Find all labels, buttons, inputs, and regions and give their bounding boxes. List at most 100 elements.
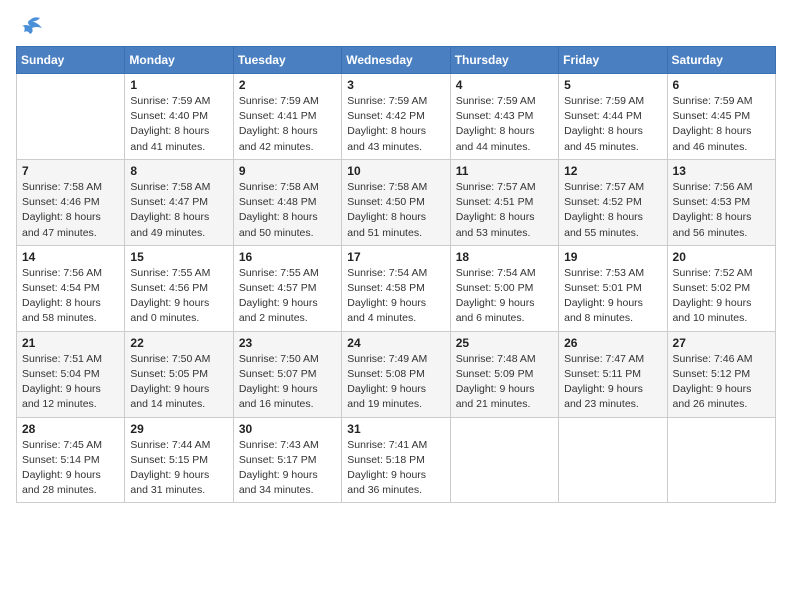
column-header-friday: Friday (559, 47, 667, 74)
calendar-cell: 7 Sunrise: 7:58 AMSunset: 4:46 PMDaylight… (17, 159, 125, 245)
day-info: Sunrise: 7:58 AMSunset: 4:47 PMDaylight:… (130, 180, 227, 241)
calendar-week-1: 1Sunrise: 7:59 AMSunset: 4:40 PMDaylight… (17, 74, 776, 160)
day-info: Sunrise: 7:56 AMSunset: 4:54 PMDaylight:… (22, 266, 119, 327)
day-number: 11 (456, 164, 553, 178)
calendar-cell: 16 Sunrise: 7:55 AMSunset: 4:57 PMDayligh… (233, 245, 341, 331)
day-info: Sunrise: 7:53 AMSunset: 5:01 PMDaylight:… (564, 266, 661, 327)
day-number: 18 (456, 250, 553, 264)
logo (16, 16, 48, 38)
calendar-cell: 11 Sunrise: 7:57 AMSunset: 4:51 PMDayligh… (450, 159, 558, 245)
day-number: 14 (22, 250, 119, 264)
day-info: Sunrise: 7:54 AMSunset: 5:00 PMDaylight:… (456, 266, 553, 327)
day-number: 17 (347, 250, 444, 264)
calendar-cell: 13Sunrise: 7:56 AMSunset: 4:53 PMDayligh… (667, 159, 775, 245)
day-info: Sunrise: 7:48 AMSunset: 5:09 PMDaylight:… (456, 352, 553, 413)
day-number: 23 (239, 336, 336, 350)
day-info: Sunrise: 7:46 AMSunset: 5:12 PMDaylight:… (673, 352, 770, 413)
day-info: Sunrise: 7:58 AMSunset: 4:50 PMDaylight:… (347, 180, 444, 241)
calendar-week-3: 14 Sunrise: 7:56 AMSunset: 4:54 PMDayligh… (17, 245, 776, 331)
calendar-cell: 1Sunrise: 7:59 AMSunset: 4:40 PMDaylight… (125, 74, 233, 160)
calendar-cell: 28 Sunrise: 7:45 AMSunset: 5:14 PMDayligh… (17, 417, 125, 503)
calendar-cell: 2Sunrise: 7:59 AMSunset: 4:41 PMDaylight… (233, 74, 341, 160)
day-number: 28 (22, 422, 119, 436)
calendar-cell: 26 Sunrise: 7:47 AMSunset: 5:11 PMDayligh… (559, 331, 667, 417)
calendar-cell: 22Sunrise: 7:50 AMSunset: 5:05 PMDayligh… (125, 331, 233, 417)
day-number: 13 (673, 164, 770, 178)
calendar-cell (559, 417, 667, 503)
day-info: Sunrise: 7:55 AMSunset: 4:57 PMDaylight:… (239, 266, 336, 327)
calendar-cell: 23 Sunrise: 7:50 AMSunset: 5:07 PMDayligh… (233, 331, 341, 417)
calendar-header-row: SundayMondayTuesdayWednesdayThursdayFrid… (17, 47, 776, 74)
day-info: Sunrise: 7:55 AMSunset: 4:56 PMDaylight:… (130, 266, 227, 327)
day-info: Sunrise: 7:59 AMSunset: 4:40 PMDaylight:… (130, 94, 227, 155)
calendar-cell: 17Sunrise: 7:54 AMSunset: 4:58 PMDayligh… (342, 245, 450, 331)
day-info: Sunrise: 7:47 AMSunset: 5:11 PMDaylight:… (564, 352, 661, 413)
calendar-cell: 5 Sunrise: 7:59 AMSunset: 4:44 PMDaylight… (559, 74, 667, 160)
calendar-cell: 30 Sunrise: 7:43 AMSunset: 5:17 PMDayligh… (233, 417, 341, 503)
calendar-cell: 29Sunrise: 7:44 AMSunset: 5:15 PMDayligh… (125, 417, 233, 503)
calendar-cell: 9 Sunrise: 7:58 AMSunset: 4:48 PMDaylight… (233, 159, 341, 245)
calendar-cell: 31 Sunrise: 7:41 AMSunset: 5:18 PMDayligh… (342, 417, 450, 503)
day-number: 7 (22, 164, 119, 178)
column-header-sunday: Sunday (17, 47, 125, 74)
day-number: 31 (347, 422, 444, 436)
column-header-monday: Monday (125, 47, 233, 74)
day-number: 3 (347, 78, 444, 92)
day-info: Sunrise: 7:51 AMSunset: 5:04 PMDaylight:… (22, 352, 119, 413)
page-header (16, 16, 776, 38)
day-info: Sunrise: 7:57 AMSunset: 4:51 PMDaylight:… (456, 180, 553, 241)
calendar-week-4: 21 Sunrise: 7:51 AMSunset: 5:04 PMDayligh… (17, 331, 776, 417)
day-info: Sunrise: 7:50 AMSunset: 5:07 PMDaylight:… (239, 352, 336, 413)
day-info: Sunrise: 7:59 AMSunset: 4:42 PMDaylight:… (347, 94, 444, 155)
calendar-cell: 18 Sunrise: 7:54 AMSunset: 5:00 PMDayligh… (450, 245, 558, 331)
day-info: Sunrise: 7:52 AMSunset: 5:02 PMDaylight:… (673, 266, 770, 327)
calendar-cell: 20 Sunrise: 7:52 AMSunset: 5:02 PMDayligh… (667, 245, 775, 331)
calendar-cell: 21 Sunrise: 7:51 AMSunset: 5:04 PMDayligh… (17, 331, 125, 417)
day-number: 24 (347, 336, 444, 350)
day-info: Sunrise: 7:45 AMSunset: 5:14 PMDaylight:… (22, 438, 119, 499)
calendar-cell: 27 Sunrise: 7:46 AMSunset: 5:12 PMDayligh… (667, 331, 775, 417)
calendar-cell: 24Sunrise: 7:49 AMSunset: 5:08 PMDayligh… (342, 331, 450, 417)
calendar-cell (450, 417, 558, 503)
day-info: Sunrise: 7:58 AMSunset: 4:46 PMDaylight:… (22, 180, 119, 241)
day-info: Sunrise: 7:58 AMSunset: 4:48 PMDaylight:… (239, 180, 336, 241)
day-number: 16 (239, 250, 336, 264)
column-header-saturday: Saturday (667, 47, 775, 74)
column-header-tuesday: Tuesday (233, 47, 341, 74)
day-info: Sunrise: 7:59 AMSunset: 4:44 PMDaylight:… (564, 94, 661, 155)
calendar-cell: 15 Sunrise: 7:55 AMSunset: 4:56 PMDayligh… (125, 245, 233, 331)
day-number: 29 (130, 422, 227, 436)
day-number: 2 (239, 78, 336, 92)
calendar-cell: 8 Sunrise: 7:58 AMSunset: 4:47 PMDaylight… (125, 159, 233, 245)
calendar-week-5: 28 Sunrise: 7:45 AMSunset: 5:14 PMDayligh… (17, 417, 776, 503)
day-number: 5 (564, 78, 661, 92)
column-header-thursday: Thursday (450, 47, 558, 74)
calendar-body: 1Sunrise: 7:59 AMSunset: 4:40 PMDaylight… (17, 74, 776, 503)
day-info: Sunrise: 7:50 AMSunset: 5:05 PMDaylight:… (130, 352, 227, 413)
day-info: Sunrise: 7:59 AMSunset: 4:45 PMDaylight:… (673, 94, 770, 155)
day-info: Sunrise: 7:57 AMSunset: 4:52 PMDaylight:… (564, 180, 661, 241)
calendar-cell: 19Sunrise: 7:53 AMSunset: 5:01 PMDayligh… (559, 245, 667, 331)
calendar-cell (17, 74, 125, 160)
calendar-cell: 12 Sunrise: 7:57 AMSunset: 4:52 PMDayligh… (559, 159, 667, 245)
calendar-table: SundayMondayTuesdayWednesdayThursdayFrid… (16, 46, 776, 503)
calendar-cell (667, 417, 775, 503)
day-number: 15 (130, 250, 227, 264)
day-number: 8 (130, 164, 227, 178)
calendar-week-2: 7 Sunrise: 7:58 AMSunset: 4:46 PMDaylight… (17, 159, 776, 245)
day-number: 30 (239, 422, 336, 436)
day-number: 12 (564, 164, 661, 178)
calendar-cell: 3 Sunrise: 7:59 AMSunset: 4:42 PMDaylight… (342, 74, 450, 160)
day-number: 21 (22, 336, 119, 350)
day-number: 27 (673, 336, 770, 350)
day-number: 20 (673, 250, 770, 264)
calendar-cell: 25 Sunrise: 7:48 AMSunset: 5:09 PMDayligh… (450, 331, 558, 417)
day-number: 25 (456, 336, 553, 350)
day-info: Sunrise: 7:41 AMSunset: 5:18 PMDaylight:… (347, 438, 444, 499)
day-number: 4 (456, 78, 553, 92)
day-number: 9 (239, 164, 336, 178)
calendar-cell: 10 Sunrise: 7:58 AMSunset: 4:50 PMDayligh… (342, 159, 450, 245)
day-number: 26 (564, 336, 661, 350)
day-number: 10 (347, 164, 444, 178)
day-info: Sunrise: 7:43 AMSunset: 5:17 PMDaylight:… (239, 438, 336, 499)
